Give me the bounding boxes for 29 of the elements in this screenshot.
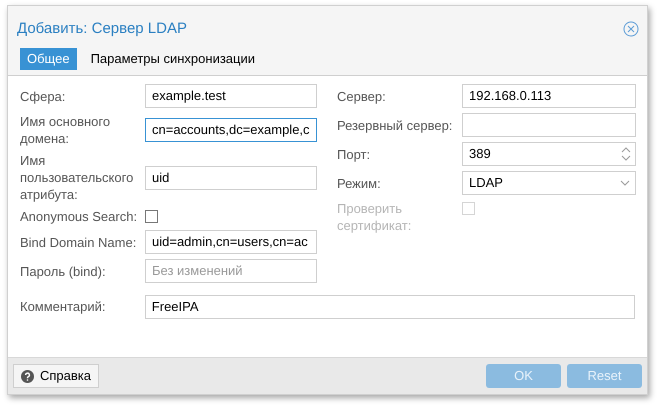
text-field[interactable]: cn=accounts,dc=example,c [145, 118, 317, 142]
text-field[interactable]: example.test [145, 84, 317, 108]
text-field[interactable] [462, 113, 636, 137]
field-label: Имя пользовательского атрибута: [20, 152, 134, 203]
field-label: Пароль (bind): [20, 262, 106, 280]
field-label: Режим: [337, 174, 381, 192]
window-title: Добавить: Сервер LDAP [17, 18, 187, 39]
field-label: Порт: [337, 146, 370, 162]
text-field[interactable]: FreeIPA [144, 295, 635, 319]
field-label: Сфера: [20, 88, 66, 104]
close-icon[interactable] [623, 21, 639, 37]
text-field[interactable]: uid=admin,cn=users,cn=ac [145, 230, 317, 254]
spinner-icon[interactable] [621, 146, 631, 162]
field-label: Anonymous Search: [20, 208, 138, 225]
help-button[interactable]: Справка [13, 364, 99, 388]
dropdown[interactable]: LDAP [462, 171, 636, 195]
field-label: Проверить сертификат: [337, 200, 412, 234]
checkbox[interactable] [145, 210, 158, 223]
chevron-down-icon [620, 180, 630, 186]
text-field[interactable]: uid [145, 166, 317, 190]
number-field[interactable]: 389 [462, 142, 636, 166]
field-label: Имя основного домена: [20, 113, 112, 147]
field-label: Bind Domain Name: [20, 234, 136, 250]
help-icon [21, 370, 34, 382]
text-field[interactable]: 192.168.0.113 [462, 84, 636, 108]
field-label: Резервный сервер: [337, 116, 452, 134]
tab[interactable]: Параметры синхронизации [84, 48, 262, 70]
field-label: Комментарий: [20, 298, 106, 316]
field-label: Сервер: [337, 88, 386, 104]
